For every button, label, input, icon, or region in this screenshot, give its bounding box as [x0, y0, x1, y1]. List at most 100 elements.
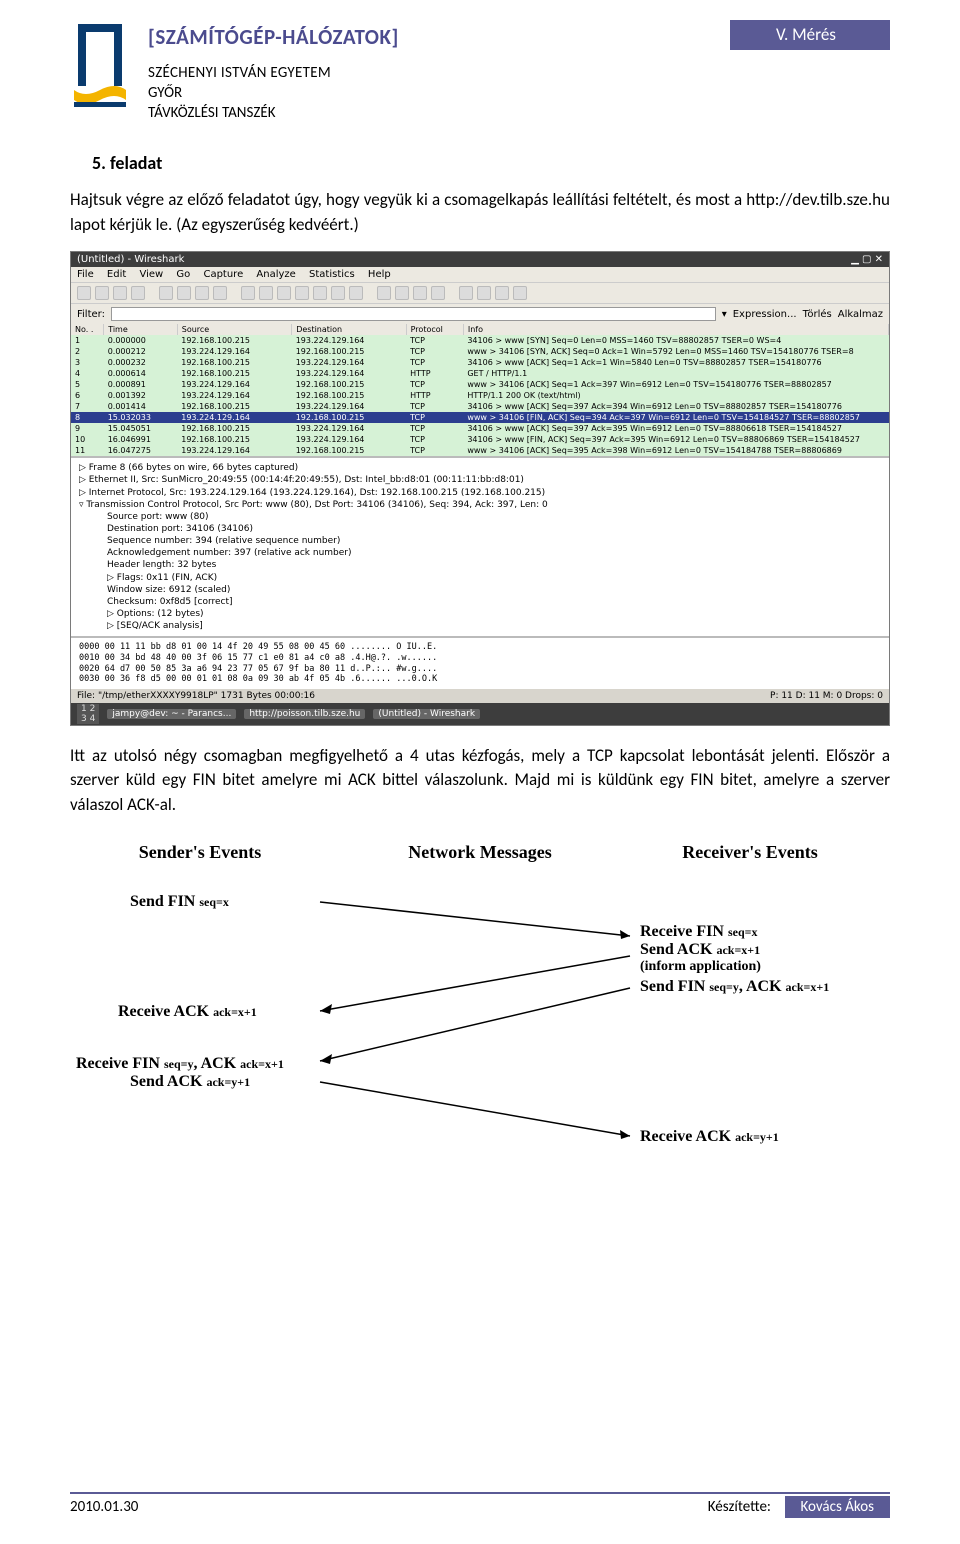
- toolbar-icon[interactable]: [277, 286, 291, 300]
- toolbar-icon[interactable]: [95, 286, 109, 300]
- filter-expression-button[interactable]: Expression...: [733, 309, 797, 320]
- packet-details-tree[interactable]: ▷ Frame 8 (66 bytes on wire, 66 bytes ca…: [71, 456, 889, 636]
- toolbar-icon[interactable]: [113, 286, 127, 300]
- tree-line[interactable]: ▷ Internet Protocol, Src: 193.224.129.16…: [79, 487, 881, 499]
- zoom-reset-icon[interactable]: [413, 286, 427, 300]
- tree-line[interactable]: ▷ Flags: 0x11 (FIN, ACK): [79, 572, 881, 584]
- packet-row[interactable]: 10.000000192.168.100.215193.224.129.164T…: [71, 335, 889, 346]
- diag-recv-fin-x: Receive FIN seq=x: [640, 923, 757, 940]
- tree-line[interactable]: Source port: www (80): [79, 511, 881, 523]
- footer-date: 2010.01.30: [70, 1498, 138, 1516]
- toolbar-icon[interactable]: [159, 286, 173, 300]
- measurement-badge: V. Mérés: [730, 20, 890, 50]
- toolbar-icon[interactable]: [241, 286, 255, 300]
- toolbar-icon[interactable]: [177, 286, 191, 300]
- filter-clear-button[interactable]: Törlés: [803, 309, 832, 320]
- hex-line: 0020 64 d7 00 50 85 3a a6 94 23 77 05 67…: [79, 664, 881, 675]
- tree-line[interactable]: Checksum: 0xf8d5 [correct]: [79, 596, 881, 608]
- filter-apply-button[interactable]: Alkalmaz: [838, 309, 883, 320]
- toolbar-icon[interactable]: [213, 286, 227, 300]
- zoom-in-icon[interactable]: [377, 286, 391, 300]
- diag-recv-ack-y1: Receive ACK ack=y+1: [640, 1128, 779, 1145]
- toolbar-icon[interactable]: [259, 286, 273, 300]
- toolbar-icon[interactable]: [349, 286, 363, 300]
- filter-input[interactable]: [111, 307, 716, 321]
- department-name: TÁVKÖZLÉSI TANSZÉK: [148, 104, 712, 122]
- toolbar-icon[interactable]: [459, 286, 473, 300]
- packet-row[interactable]: 70.001414192.168.100.215193.224.129.164T…: [71, 401, 889, 412]
- footer-author: Kovács Ákos: [785, 1496, 890, 1518]
- packet-row[interactable]: 815.032033193.224.129.164192.168.100.215…: [71, 412, 889, 423]
- toolbar-icon[interactable]: [477, 286, 491, 300]
- packet-row[interactable]: 1016.046991192.168.100.215193.224.129.16…: [71, 434, 889, 445]
- toolbar-icon[interactable]: [331, 286, 345, 300]
- ws-menubar[interactable]: File Edit View Go Capture Analyze Statis…: [71, 267, 889, 282]
- ws-workspace-icon[interactable]: 1 23 4: [77, 704, 99, 724]
- packet-row[interactable]: 1116.047275193.224.129.164192.168.100.21…: [71, 445, 889, 456]
- university-name: SZÉCHENYI ISTVÁN EGYETEM: [148, 64, 712, 82]
- menu-analyze[interactable]: Analyze: [256, 269, 295, 280]
- taskbar-tab[interactable]: http://poisson.tilb.sze.hu: [244, 709, 365, 719]
- toolbar-icon[interactable]: [295, 286, 309, 300]
- tree-line[interactable]: Header length: 32 bytes: [79, 559, 881, 571]
- tree-line[interactable]: Window size: 6912 (scaled): [79, 584, 881, 596]
- packet-row[interactable]: 915.045051192.168.100.215193.224.129.164…: [71, 423, 889, 434]
- col-time[interactable]: Time: [104, 324, 178, 335]
- packet-row[interactable]: 20.000212193.224.129.164192.168.100.215T…: [71, 346, 889, 357]
- menu-view[interactable]: View: [139, 269, 163, 280]
- course-title: [SZÁMÍTÓGÉP-HÁLÓZATOK]: [148, 24, 712, 50]
- tree-line[interactable]: ▷ Options: (12 bytes): [79, 608, 881, 620]
- diag-col-network: Network Messages: [408, 842, 551, 862]
- tree-line[interactable]: ▷ Ethernet II, Src: SunMicro_20:49:55 (0…: [79, 474, 881, 486]
- menu-go[interactable]: Go: [176, 269, 190, 280]
- toolbar-icon[interactable]: [77, 286, 91, 300]
- tree-line[interactable]: Destination port: 34106 (34106): [79, 523, 881, 535]
- ws-status-bar: File: "/tmp/etherXXXXY9918LP" 1731 Bytes…: [71, 689, 889, 703]
- tree-line[interactable]: Acknowledgement number: 397 (relative ac…: [79, 547, 881, 559]
- taskbar-tab[interactable]: (Untitled) - Wireshark: [373, 709, 480, 719]
- toolbar-icon[interactable]: [131, 286, 145, 300]
- packet-row[interactable]: 50.000891193.224.129.164192.168.100.215T…: [71, 379, 889, 390]
- university-logo: [70, 20, 130, 110]
- col-info[interactable]: Info: [463, 324, 888, 335]
- col-no[interactable]: No. .: [71, 324, 104, 335]
- ws-filter-bar[interactable]: Filter: ▾ Expression... Törlés Alkalmaz: [71, 304, 889, 324]
- toolbar-icon[interactable]: [513, 286, 527, 300]
- menu-edit[interactable]: Edit: [107, 269, 126, 280]
- toolbar-icon[interactable]: [313, 286, 327, 300]
- col-dst[interactable]: Destination: [292, 324, 406, 335]
- col-src[interactable]: Source: [177, 324, 291, 335]
- resize-icon[interactable]: [431, 286, 445, 300]
- taskbar-tab[interactable]: jampy@dev: ~ - Parancs...: [107, 709, 236, 719]
- toolbar-icon[interactable]: [195, 286, 209, 300]
- menu-statistics[interactable]: Statistics: [309, 269, 355, 280]
- menu-file[interactable]: File: [77, 269, 94, 280]
- task-heading: 5. feladat: [92, 152, 890, 174]
- wireshark-screenshot: (Untitled) - Wireshark ▁ ▢ ✕ File Edit V…: [70, 251, 890, 725]
- menu-capture[interactable]: Capture: [203, 269, 243, 280]
- page-footer: 2010.01.30 Készítette: Kovács Ákos: [70, 1492, 890, 1516]
- col-proto[interactable]: Protocol: [406, 324, 463, 335]
- packet-header-row: No. . Time Source Destination Protocol I…: [71, 324, 889, 335]
- packet-row[interactable]: 30.000232192.168.100.215193.224.129.164T…: [71, 357, 889, 368]
- zoom-out-icon[interactable]: [395, 286, 409, 300]
- packet-row[interactable]: 40.000614192.168.100.215193.224.129.164H…: [71, 368, 889, 379]
- packet-list[interactable]: No. . Time Source Destination Protocol I…: [71, 324, 889, 456]
- diag-send-ack-x1: Send ACK ack=x+1: [640, 941, 760, 958]
- ws-taskbar[interactable]: 1 23 4 jampy@dev: ~ - Parancs... http://…: [71, 703, 889, 725]
- tree-line[interactable]: ▷ Frame 8 (66 bytes on wire, 66 bytes ca…: [79, 462, 881, 474]
- packet-row[interactable]: 60.001392193.224.129.164192.168.100.215H…: [71, 390, 889, 401]
- tree-line[interactable]: ▷ [SEQ/ACK analysis]: [79, 620, 881, 632]
- packet-hex-dump[interactable]: 0000 00 11 11 bb d8 01 00 14 4f 20 49 55…: [71, 636, 889, 689]
- menu-help[interactable]: Help: [368, 269, 391, 280]
- toolbar-icon[interactable]: [495, 286, 509, 300]
- tree-line[interactable]: Sequence number: 394 (relative sequence …: [79, 535, 881, 547]
- ws-toolbar[interactable]: [71, 282, 889, 304]
- window-controls: ▁ ▢ ✕: [851, 254, 883, 265]
- tree-line[interactable]: ▿ Transmission Control Protocol, Src Por…: [79, 499, 881, 511]
- footer-rule: [70, 1492, 890, 1494]
- city-name: GYŐR: [148, 84, 712, 102]
- tcp-close-diagram: Sender's Events Network Messages Receive…: [70, 836, 890, 1171]
- diag-inform: (inform application): [640, 959, 761, 974]
- ws-title-text: (Untitled) - Wireshark: [77, 254, 184, 265]
